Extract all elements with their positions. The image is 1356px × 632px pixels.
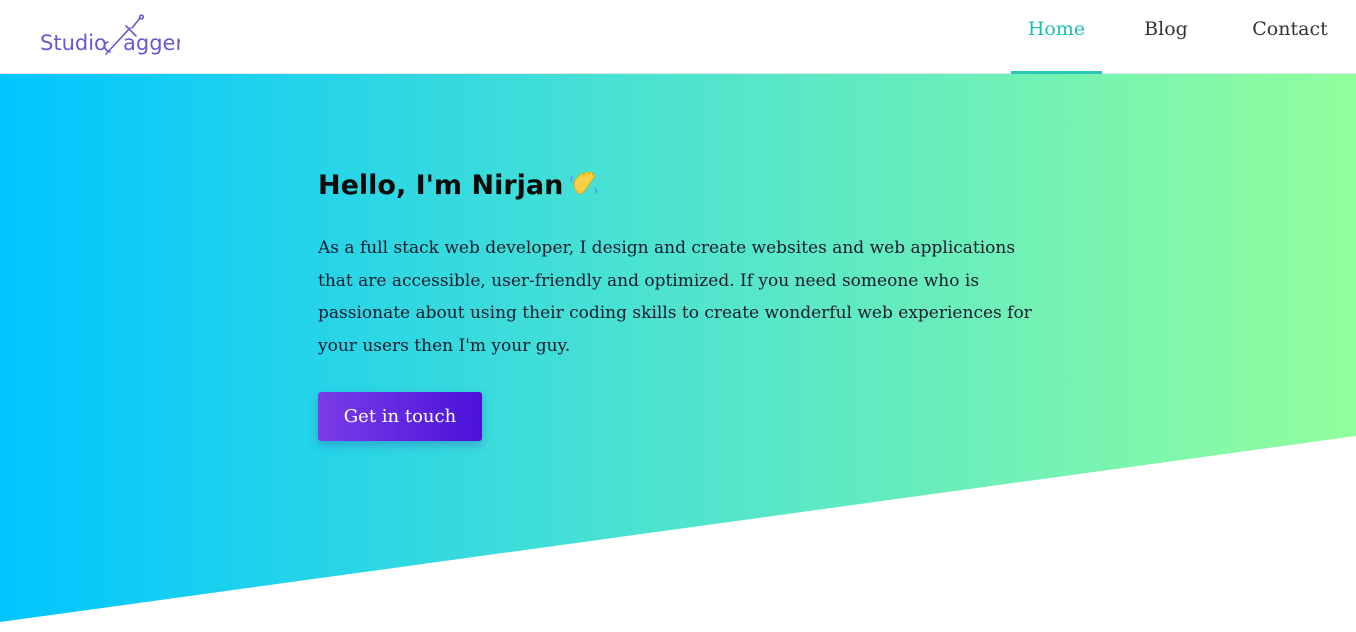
svg-text:Studio: Studio [40, 31, 107, 55]
hero-description: As a full stack web developer, I design … [318, 238, 1032, 356]
nav-home[interactable]: Home [1011, 0, 1102, 74]
site-logo[interactable]: Studio agger [40, 14, 180, 60]
hero-title-text: Hello, I'm Nirjan [318, 170, 564, 201]
hero-title: Hello, I'm Nirjan [318, 168, 599, 205]
waving-hand-icon [569, 168, 599, 205]
get-in-touch-button[interactable]: Get in touch [318, 392, 482, 441]
nav-contact[interactable]: Contact [1234, 0, 1346, 74]
studio-dagger-logo: Studio agger [40, 14, 180, 55]
nav-blog[interactable]: Blog [1131, 0, 1201, 74]
svg-text:agger: agger [123, 31, 180, 55]
site-header: Studio agger Home Blog Contact [0, 0, 1356, 74]
